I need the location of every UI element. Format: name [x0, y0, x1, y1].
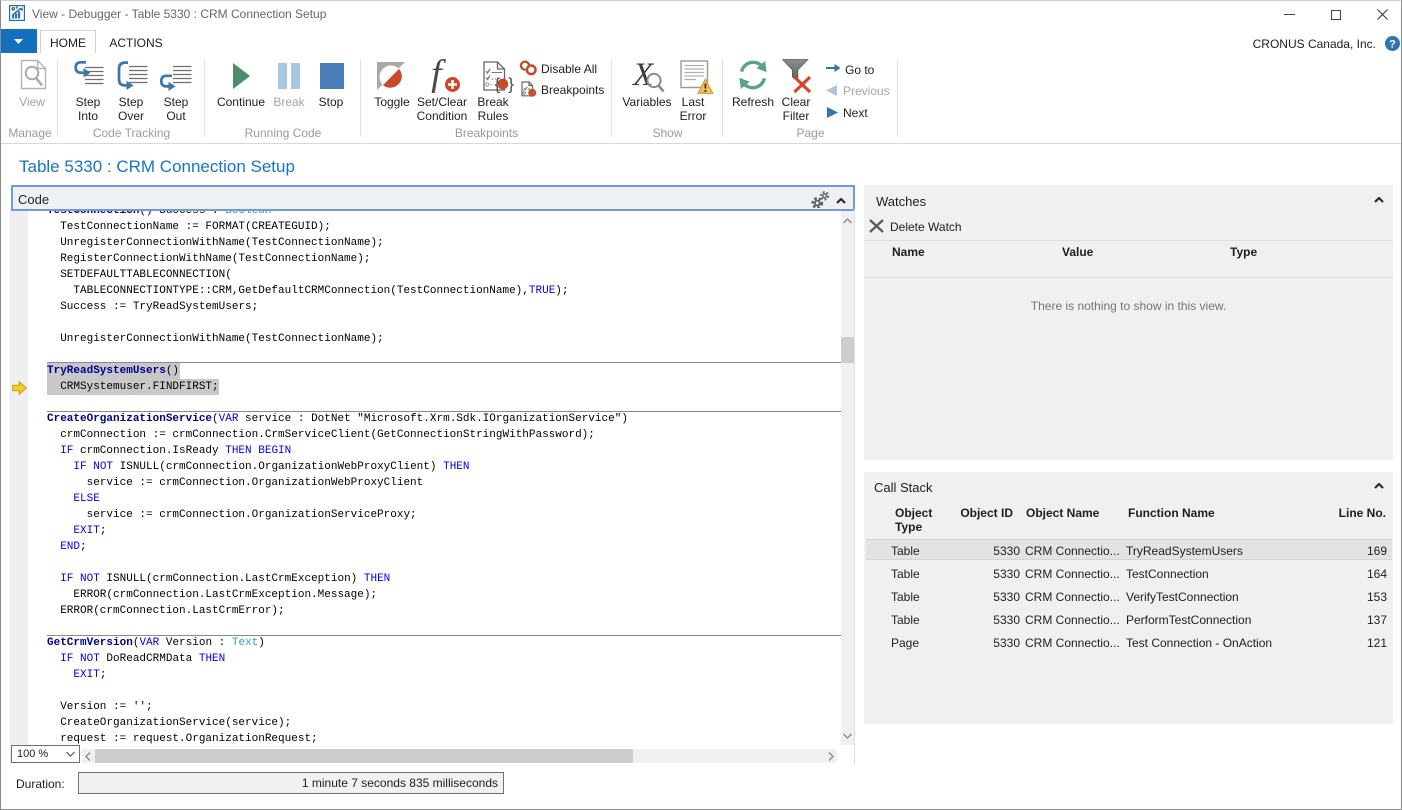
svg-text:?: ?: [1389, 39, 1396, 51]
svg-text:}: }: [508, 75, 514, 94]
svg-text:{: {: [495, 75, 501, 94]
svg-text:f: f: [431, 56, 446, 93]
